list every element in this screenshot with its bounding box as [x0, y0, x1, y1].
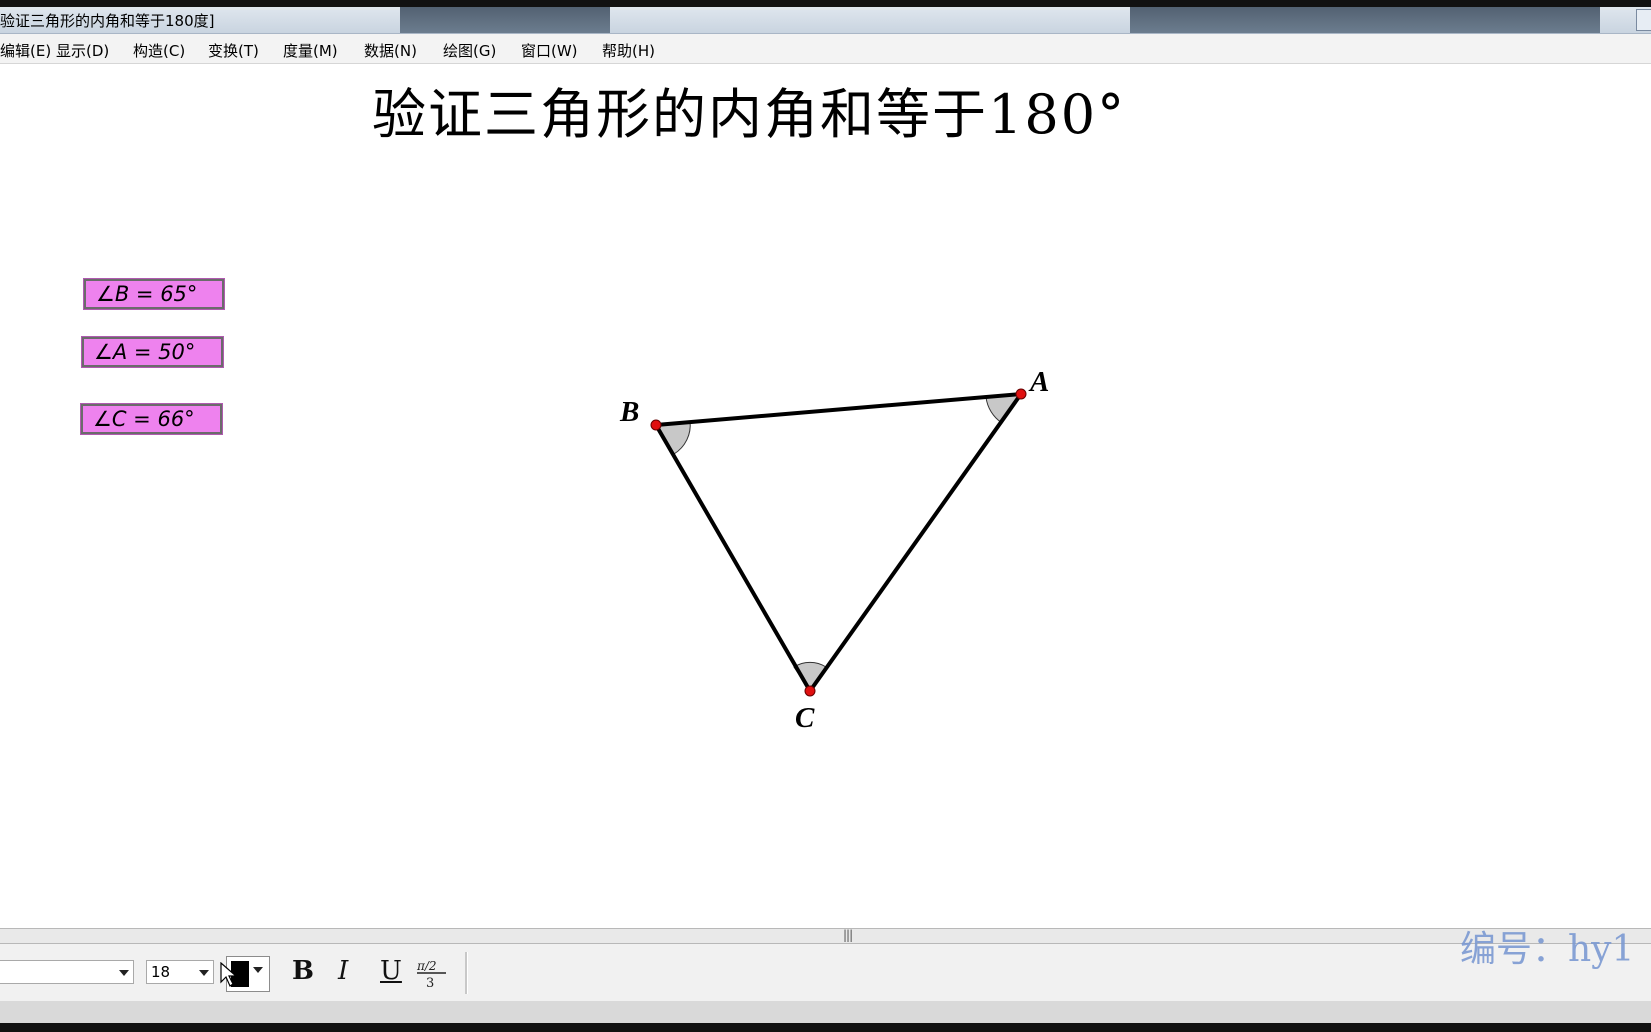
- vertex-a-label[interactable]: A: [1028, 366, 1049, 398]
- toolbar-separator: [465, 952, 468, 994]
- mouse-cursor-icon: [220, 962, 238, 987]
- vertex-b-point[interactable]: [650, 419, 662, 431]
- vertex-b-label[interactable]: B: [619, 396, 639, 428]
- text-format-toolbar: 18 B I U π/2 3: [0, 944, 1651, 1002]
- svg-text:3: 3: [426, 976, 434, 990]
- font-size-value: 18: [151, 963, 171, 981]
- vertex-a-point[interactable]: [1015, 388, 1027, 400]
- underline-button[interactable]: U: [380, 956, 402, 986]
- svg-text:π/2: π/2: [416, 959, 437, 973]
- chevron-down-icon: [253, 967, 263, 973]
- chevron-down-icon: [199, 970, 209, 976]
- vertex-c-point[interactable]: [804, 685, 816, 697]
- italic-button[interactable]: I: [338, 956, 348, 986]
- watermark-text: 编号：hy1: [1460, 929, 1635, 970]
- bottom-edge: [0, 1001, 1651, 1032]
- splitter-grip-icon[interactable]: |||: [843, 928, 853, 942]
- vertex-c-label[interactable]: C: [795, 702, 815, 734]
- pane-splitter[interactable]: |||: [0, 928, 1651, 944]
- triangle-figure: B A C: [619, 366, 1049, 734]
- chevron-down-icon: [119, 970, 129, 976]
- math-format-icon: π/2 3: [416, 959, 446, 991]
- bottom-edge-dark: [0, 1023, 1651, 1032]
- font-size-select[interactable]: 18: [146, 960, 214, 984]
- segment-ba[interactable]: [655, 392, 1022, 427]
- bold-button[interactable]: B: [292, 956, 314, 986]
- font-name-select[interactable]: [0, 960, 134, 984]
- segment-bc[interactable]: [654, 423, 812, 693]
- segment-ac[interactable]: [808, 392, 1023, 693]
- math-format-button[interactable]: π/2 3: [416, 958, 448, 991]
